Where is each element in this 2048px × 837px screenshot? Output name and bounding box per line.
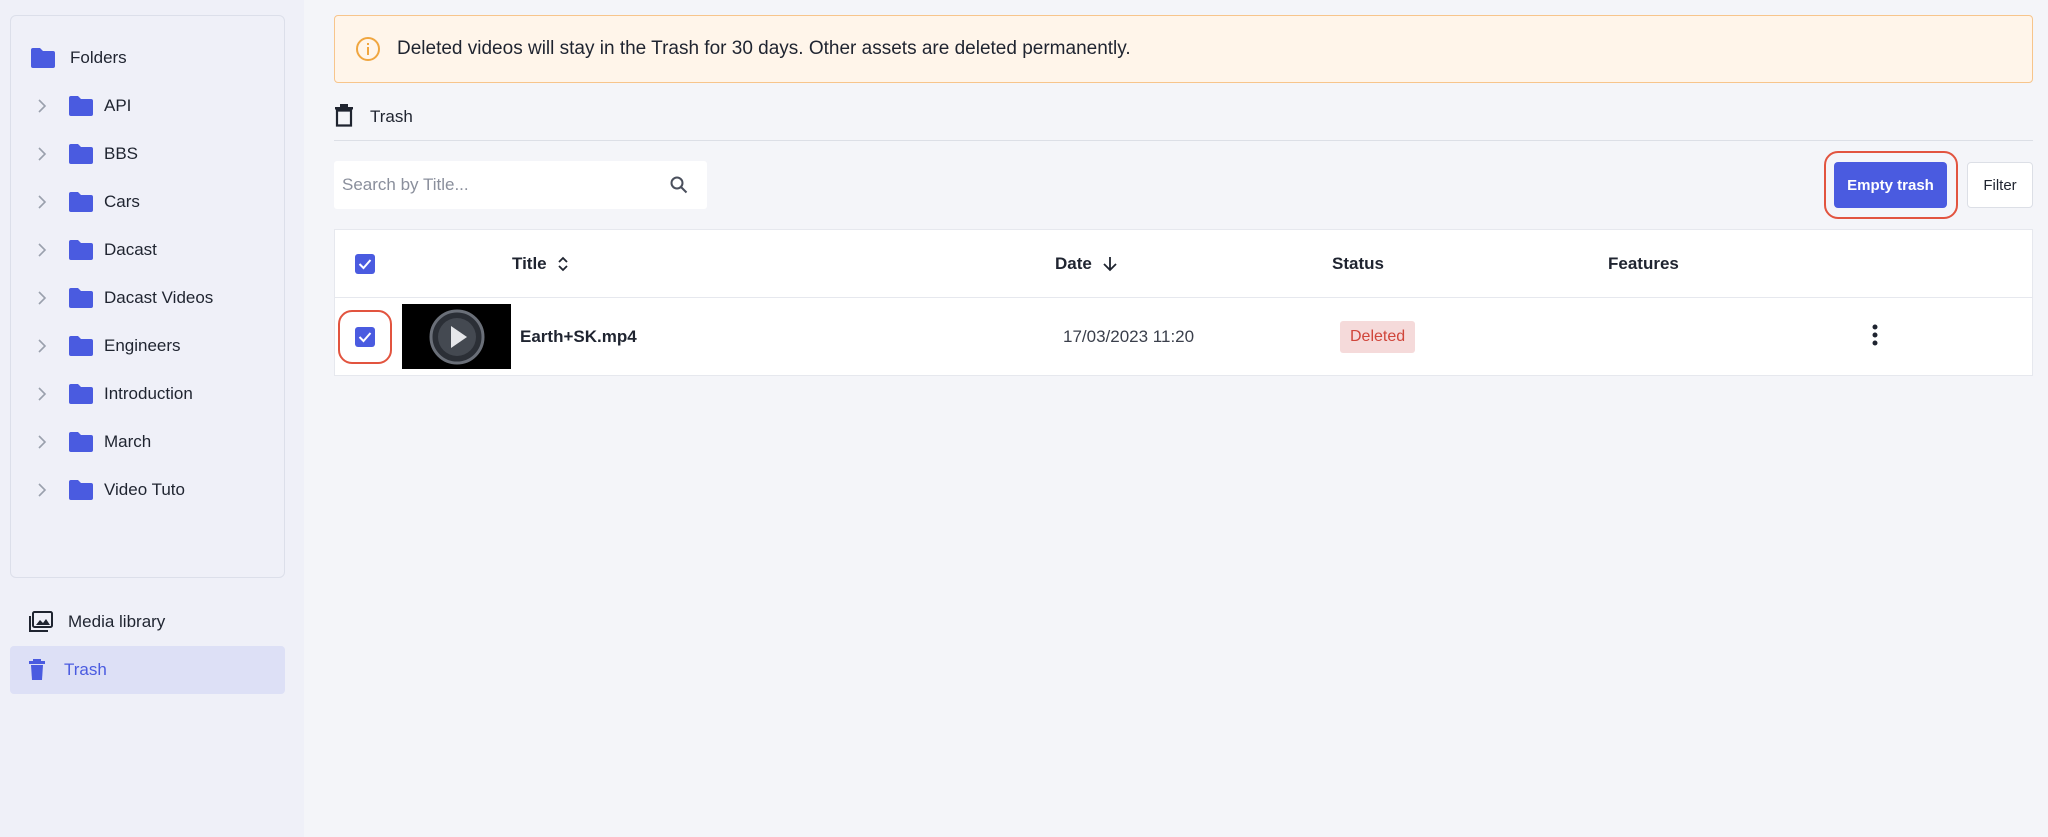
nav-trash[interactable]: Trash	[10, 646, 285, 694]
page-header: Trash	[334, 100, 413, 134]
more-options-icon[interactable]	[1865, 324, 1885, 350]
checkmark-icon	[358, 259, 372, 270]
select-all-checkbox[interactable]	[355, 254, 375, 274]
folder-label: Introduction	[104, 384, 193, 403]
search-box	[334, 161, 707, 209]
chevron-right-icon[interactable]	[30, 195, 54, 209]
table-row[interactable]: Earth+SK.mp4 17/03/2023 11:20 Deleted	[335, 298, 2032, 376]
folder-icon	[30, 47, 56, 69]
folder-icon	[68, 191, 94, 213]
folder-item-march[interactable]: March	[30, 427, 151, 457]
folder-icon	[68, 431, 94, 453]
nav-media-library[interactable]: Media library	[10, 598, 285, 646]
sort-icon[interactable]	[557, 254, 569, 274]
search-input[interactable]	[334, 161, 651, 209]
folder-label: Dacast	[104, 240, 157, 259]
folder-icon	[68, 143, 94, 165]
column-status-label: Status	[1332, 254, 1384, 273]
folder-item-dacast[interactable]: Dacast	[30, 235, 157, 265]
column-title[interactable]: Title	[512, 230, 569, 298]
folders-root-label: Folders	[70, 48, 127, 67]
play-icon	[429, 309, 484, 364]
row-checkbox[interactable]	[355, 327, 375, 347]
chevron-right-icon[interactable]	[30, 99, 54, 113]
chevron-right-icon[interactable]	[30, 435, 54, 449]
trash-icon	[334, 103, 354, 132]
folder-label: Engineers	[104, 336, 181, 355]
folder-item-engineers[interactable]: Engineers	[30, 331, 181, 361]
folder-icon	[68, 95, 94, 117]
chevron-right-icon[interactable]	[30, 291, 54, 305]
folder-item-cars[interactable]: Cars	[30, 187, 140, 217]
row-date: 17/03/2023 11:20	[1063, 327, 1195, 346]
trash-icon	[28, 658, 50, 682]
folder-label: Cars	[104, 192, 140, 211]
folder-label: Video Tuto	[104, 480, 185, 499]
row-status: Deleted	[1340, 298, 1416, 376]
folder-icon	[68, 239, 94, 261]
status-badge: Deleted	[1340, 321, 1416, 353]
arrow-down-icon[interactable]	[1102, 254, 1118, 274]
nav-label: Trash	[64, 660, 107, 679]
media-library-icon	[28, 610, 54, 634]
folder-item-api[interactable]: API	[30, 91, 131, 121]
filter-button[interactable]: Filter	[1967, 162, 2033, 208]
chevron-right-icon[interactable]	[30, 483, 54, 497]
folder-icon	[68, 287, 94, 309]
folder-icon	[68, 335, 94, 357]
info-banner: Deleted videos will stay in the Trash fo…	[334, 15, 2033, 83]
nav-label: Media library	[68, 612, 166, 631]
chevron-right-icon[interactable]	[30, 387, 54, 401]
folder-item-bbs[interactable]: BBS	[30, 139, 138, 169]
chevron-right-icon[interactable]	[30, 243, 54, 257]
column-date[interactable]: Date	[1055, 230, 1118, 298]
chevron-right-icon[interactable]	[30, 339, 54, 353]
search-icon[interactable]	[651, 176, 707, 194]
folder-item-dacast-videos[interactable]: Dacast Videos	[30, 283, 213, 313]
sidebar: Folders API BBS Cars Dacast Dacast Video…	[0, 0, 304, 837]
banner-text: Deleted videos will stay in the Trash fo…	[397, 38, 1131, 59]
table-header: Title Date Status Features	[335, 230, 2032, 298]
folder-label: Dacast Videos	[104, 288, 214, 307]
folder-label: March	[104, 432, 152, 451]
empty-trash-button[interactable]: Empty trash	[1834, 162, 1947, 208]
column-status: Status	[1332, 230, 1384, 298]
folder-item-introduction[interactable]: Introduction	[30, 379, 193, 409]
folder-icon	[68, 479, 94, 501]
folders-root[interactable]: Folders	[30, 43, 127, 73]
row-title[interactable]: Earth+SK.mp4	[520, 298, 637, 376]
header-divider	[334, 140, 2033, 141]
trash-table: Title Date Status Features Earth+SK.mp4 …	[334, 229, 2033, 376]
video-thumbnail[interactable]	[402, 304, 511, 369]
chevron-right-icon[interactable]	[30, 147, 54, 161]
page-title: Trash	[370, 107, 413, 126]
folder-item-video-tuto[interactable]: Video Tuto	[30, 475, 185, 505]
column-date-label: Date	[1055, 254, 1092, 273]
folder-icon	[68, 383, 94, 405]
info-icon	[355, 36, 381, 62]
column-features: Features	[1608, 230, 1679, 298]
checkmark-icon	[358, 332, 372, 343]
folder-label: API	[104, 96, 132, 115]
column-features-label: Features	[1608, 254, 1679, 273]
folder-label: BBS	[104, 144, 139, 163]
column-title-label: Title	[512, 254, 547, 273]
